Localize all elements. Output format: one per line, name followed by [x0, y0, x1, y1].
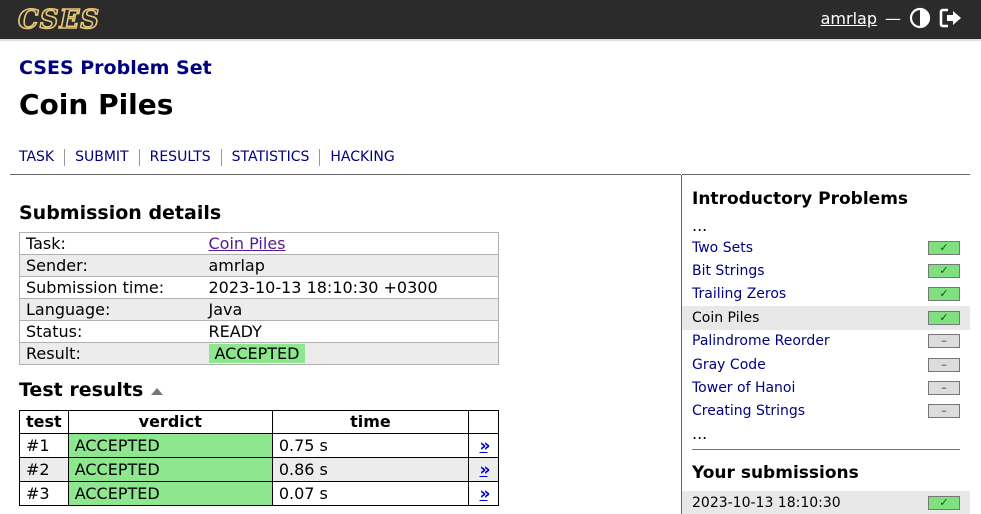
detail-value: Coin Piles: [202, 232, 499, 255]
double-chevron-icon[interactable]: »: [479, 460, 490, 480]
test-results-table: test verdict time #1 ACCEPTED 0.75 s » #…: [19, 410, 500, 506]
column-header: [467, 410, 500, 434]
divider: [10, 174, 681, 175]
detail-label: Submission time:: [19, 276, 203, 299]
detail-row: Sender: amrlap: [19, 254, 499, 277]
test-verdict: ACCEPTED: [67, 457, 273, 482]
separator: —: [885, 8, 901, 28]
tab-hacking[interactable]: HACKING: [320, 149, 404, 166]
test-results-heading: Test results: [19, 379, 144, 401]
solved-check-icon: ✓: [928, 495, 960, 510]
collapse-arrow-icon[interactable]: [151, 387, 164, 395]
unsolved-dash-icon: –: [928, 357, 960, 372]
unsolved-dash-icon: –: [928, 404, 960, 419]
sidebar-ellipsis: ...: [692, 424, 708, 443]
detail-label: Sender:: [19, 254, 203, 277]
detail-row: Task: Coin Piles: [19, 232, 499, 255]
tab-results[interactable]: RESULTS: [140, 149, 222, 166]
sidebar-ellipsis: ...: [692, 216, 708, 235]
sidebar-item-label[interactable]: Creating Strings: [692, 403, 805, 419]
test-time: 0.86 s: [271, 457, 469, 482]
test-verdict: ACCEPTED: [67, 433, 273, 458]
sidebar-item-two-sets[interactable]: Two Sets ✓: [682, 236, 970, 259]
problemset-title[interactable]: CSES Problem Set: [19, 57, 212, 79]
logout-icon[interactable]: [939, 7, 963, 29]
submission-details-table: Task: Coin Piles Sender: amrlap Submissi…: [19, 232, 499, 365]
test-details-link[interactable]: »: [467, 481, 500, 506]
sidebar-item-gray-code[interactable]: Gray Code –: [682, 353, 970, 376]
sidebar-item-label[interactable]: Trailing Zeros: [692, 286, 786, 302]
solved-check-icon: ✓: [928, 264, 960, 279]
column-header: time: [271, 410, 469, 434]
test-details-link[interactable]: »: [467, 433, 500, 458]
detail-row: Submission time: 2023-10-13 18:10:30 +03…: [19, 276, 499, 299]
table-header-row: test verdict time: [19, 410, 500, 434]
divider: [692, 449, 960, 450]
username-link[interactable]: amrlap: [821, 9, 877, 28]
test-time: 0.07 s: [271, 481, 469, 506]
detail-value: 2023-10-13 18:10:30 +0300: [202, 276, 499, 299]
user-area: amrlap —: [821, 7, 963, 29]
test-number: #3: [19, 481, 69, 506]
detail-value: Java: [202, 298, 499, 321]
sidebar-item-label[interactable]: Tower of Hanoi: [692, 380, 795, 396]
submission-details-heading: Submission details: [19, 202, 222, 224]
test-results-header[interactable]: Test results: [19, 379, 164, 401]
sidebar-section-title: Introductory Problems: [692, 189, 909, 209]
double-chevron-icon[interactable]: »: [479, 436, 490, 456]
solved-check-icon: ✓: [928, 310, 960, 325]
page-title: Coin Piles: [19, 88, 174, 121]
detail-label: Task:: [19, 232, 203, 255]
table-row: #1 ACCEPTED 0.75 s »: [19, 433, 500, 458]
cses-logo[interactable]: CSES: [17, 4, 100, 36]
submission-time: 2023-10-13 18:10:30: [692, 494, 841, 511]
sidebar-item-creating-strings[interactable]: Creating Strings –: [682, 400, 970, 423]
solved-check-icon: ✓: [928, 240, 960, 255]
test-details-link[interactable]: »: [467, 457, 500, 482]
sidebar-item-label[interactable]: Gray Code: [692, 357, 766, 373]
table-row: #2 ACCEPTED 0.86 s »: [19, 457, 500, 482]
detail-row: Language: Java: [19, 298, 499, 321]
detail-value: ACCEPTED: [202, 342, 499, 365]
double-chevron-icon[interactable]: »: [479, 484, 490, 504]
sidebar-item-palindrome-reorder[interactable]: Palindrome Reorder –: [682, 330, 970, 353]
detail-label: Result:: [19, 342, 203, 365]
sidebar-item-trailing-zeros[interactable]: Trailing Zeros ✓: [682, 283, 970, 306]
task-nav: TASK SUBMIT RESULTS STATISTICS HACKING: [19, 149, 405, 166]
column-header: test: [19, 410, 69, 434]
sidebar-item-label[interactable]: Bit Strings: [692, 263, 765, 279]
sidebar-item-bit-strings[interactable]: Bit Strings ✓: [682, 259, 970, 282]
top-bar: CSES amrlap —: [0, 0, 981, 41]
task-link[interactable]: Coin Piles: [209, 234, 286, 253]
detail-value: amrlap: [202, 254, 499, 277]
test-number: #1: [19, 433, 69, 458]
sidebar-item-tower-of-hanoi[interactable]: Tower of Hanoi –: [682, 376, 970, 399]
your-submissions-title: Your submissions: [692, 463, 859, 483]
contrast-icon[interactable]: [909, 7, 931, 29]
table-row: #3 ACCEPTED 0.07 s »: [19, 481, 500, 506]
tab-task[interactable]: TASK: [19, 149, 66, 166]
detail-value: READY: [202, 320, 499, 343]
detail-label: Language:: [19, 298, 203, 321]
result-badge: ACCEPTED: [208, 343, 306, 363]
detail-row: Result: ACCEPTED: [19, 342, 499, 365]
detail-row: Status: READY: [19, 320, 499, 343]
sidebar-item-label: Coin Piles: [692, 309, 760, 326]
sidebar-item-coin-piles[interactable]: Coin Piles ✓: [682, 306, 970, 330]
tab-submit[interactable]: SUBMIT: [65, 149, 140, 166]
sidebar-item-label[interactable]: Two Sets: [692, 240, 753, 256]
test-verdict: ACCEPTED: [67, 481, 273, 506]
column-header: verdict: [67, 410, 273, 434]
sidebar-problem-list: Two Sets ✓ Bit Strings ✓ Trailing Zeros …: [682, 236, 970, 423]
test-time: 0.75 s: [271, 433, 469, 458]
unsolved-dash-icon: –: [928, 334, 960, 349]
detail-label: Status:: [19, 320, 203, 343]
solved-check-icon: ✓: [928, 287, 960, 302]
divider: [682, 174, 970, 175]
submission-list-item[interactable]: 2023-10-13 18:10:30 ✓: [682, 491, 970, 514]
sidebar-item-label[interactable]: Palindrome Reorder: [692, 333, 830, 349]
unsolved-dash-icon: –: [928, 381, 960, 396]
test-number: #2: [19, 457, 69, 482]
tab-statistics[interactable]: STATISTICS: [222, 149, 321, 166]
